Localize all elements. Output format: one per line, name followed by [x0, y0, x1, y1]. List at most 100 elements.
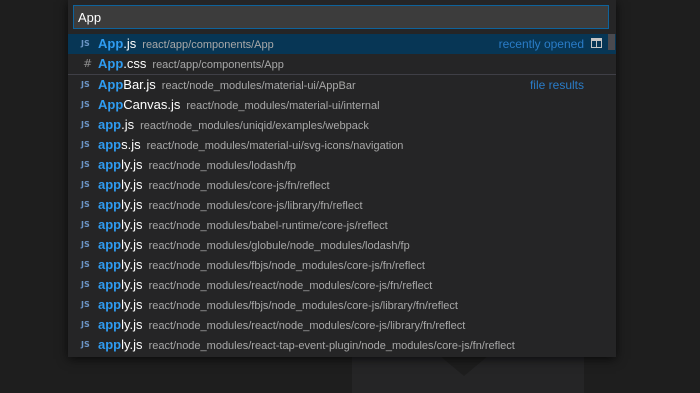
- result-name: App.css react/app/components/App: [98, 54, 284, 74]
- file-name-rest: ly.js: [121, 177, 143, 192]
- quick-open-input[interactable]: [74, 6, 608, 28]
- result-item[interactable]: JS AppCanvas.js react/node_modules/materia…: [68, 95, 616, 115]
- result-name: apply.js react/node_modules/lodash/fp: [98, 155, 296, 175]
- result-item[interactable]: JS apply.js react/node_modules/react/node_…: [68, 275, 616, 295]
- file-name-rest: Bar.js: [123, 77, 156, 92]
- match-highlight: App: [98, 56, 124, 71]
- result-item[interactable]: JS AppBar.js react/node_modules/material-u…: [68, 74, 616, 95]
- result-item[interactable]: JS apply.js react/node_modules/core-js/fn/…: [68, 175, 616, 195]
- match-highlight: App: [98, 97, 124, 112]
- file-path: react/node_modules/react-tap-event-plugi…: [148, 340, 515, 352]
- file-name-rest: ly.js: [121, 157, 143, 172]
- match-highlight: app: [98, 337, 122, 352]
- result-name: apply.js react/node_modules/react/node_mo…: [98, 275, 432, 295]
- file-path: react/node_modules/core-js/library/fn/re…: [148, 200, 363, 212]
- result-name: apply.js react/node_modules/core-js/libra…: [98, 195, 363, 215]
- result-name: apply.js react/node_modules/react-tap-eve…: [98, 335, 515, 355]
- file-path: react/node_modules/fbjs/node_modules/cor…: [148, 300, 458, 312]
- file-name-rest: ly.js: [121, 237, 143, 252]
- result-item[interactable]: JS apply.js react/node_modules/globule/nod…: [68, 235, 616, 255]
- file-name-rest: .js: [121, 117, 135, 132]
- group-label: recently opened: [498, 37, 584, 51]
- file-name-rest: ly.js: [121, 197, 143, 212]
- file-path: react/node_modules/globule/node_modules/…: [148, 240, 410, 252]
- search-box: [73, 5, 609, 29]
- js-file-icon: JS: [81, 320, 90, 329]
- result-name: AppCanvas.js react/node_modules/material-…: [98, 95, 380, 115]
- css-file-icon: #: [83, 57, 93, 70]
- quick-open-palette: JSApp.jsreact/app/components/Apprecently…: [68, 0, 616, 357]
- split-editor-icon[interactable]: [591, 38, 602, 48]
- file-path: react/node_modules/react/node_modules/co…: [148, 320, 466, 332]
- file-path: react/app/components/App: [152, 59, 284, 71]
- file-name-rest: ly.js: [121, 277, 143, 292]
- match-highlight: app: [98, 317, 122, 332]
- result-name: apply.js react/node_modules/globule/node_…: [98, 235, 410, 255]
- file-name-rest: .css: [123, 56, 147, 71]
- background-notch: [440, 356, 488, 376]
- js-file-icon: JS: [81, 180, 90, 189]
- result-list: JS App.js react/app/components/App recently…: [68, 34, 616, 355]
- file-name-rest: ly.js: [121, 297, 143, 312]
- result-item[interactable]: JS App.js react/app/components/App recently…: [68, 34, 616, 54]
- file-path: react/node_modules/core-js/fn/reflect: [148, 180, 330, 192]
- match-highlight: app: [98, 197, 122, 212]
- match-highlight: app: [98, 137, 122, 152]
- match-highlight: app: [98, 257, 122, 272]
- match-highlight: app: [98, 157, 122, 172]
- result-item[interactable]: JS apply.js react/node_modules/react/node_…: [68, 315, 616, 335]
- match-highlight: app: [98, 297, 122, 312]
- match-highlight: app: [98, 217, 122, 232]
- js-file-icon: JS: [81, 39, 90, 48]
- result-name: apply.js react/node_modules/react/node_mo…: [98, 315, 465, 335]
- js-file-icon: JS: [81, 300, 90, 309]
- result-name: apply.js react/node_modules/babel-runtime…: [98, 215, 388, 235]
- result-item[interactable]: JS apply.js react/node_modules/react-tap-e…: [68, 335, 616, 355]
- file-path: react/node_modules/react/node_modules/co…: [148, 280, 433, 292]
- file-path: react/node_modules/babel-runtime/core-js…: [148, 220, 388, 232]
- js-file-icon: JS: [81, 260, 90, 269]
- editor-background: JSApp.jsreact/app/components/Apprecently…: [0, 0, 700, 393]
- file-path: react/node_modules/material-ui/internal: [186, 100, 380, 112]
- result-name: AppBar.js react/node_modules/material-ui/…: [98, 75, 356, 95]
- js-file-icon: JS: [81, 340, 90, 349]
- file-name-rest: s.js: [121, 137, 141, 152]
- result-item[interactable]: JS apps.js react/node_modules/material-ui/…: [68, 135, 616, 155]
- file-name-rest: ly.js: [121, 257, 143, 272]
- result-item[interactable]: JS apply.js react/node_modules/core-js/lib…: [68, 195, 616, 215]
- result-name: App.js react/app/components/App: [98, 34, 274, 54]
- js-file-icon: JS: [81, 80, 90, 89]
- match-highlight: app: [98, 117, 122, 132]
- result-item[interactable]: JS apply.js react/node_modules/fbjs/node_m…: [68, 255, 616, 275]
- js-file-icon: JS: [81, 240, 90, 249]
- scrollbar-thumb[interactable]: [608, 34, 615, 50]
- js-file-icon: JS: [81, 280, 90, 289]
- result-item[interactable]: JS apply.js react/node_modules/fbjs/node_m…: [68, 295, 616, 315]
- js-file-icon: JS: [81, 200, 90, 209]
- file-name-rest: Canvas.js: [123, 97, 181, 112]
- result-name: apply.js react/node_modules/fbjs/node_mod…: [98, 255, 425, 275]
- file-name-rest: ly.js: [121, 337, 143, 352]
- result-name: apps.js react/node_modules/material-ui/sv…: [98, 135, 403, 155]
- js-file-icon: JS: [81, 160, 90, 169]
- file-path: react/node_modules/material-ui/svg-icons…: [146, 140, 404, 152]
- match-highlight: App: [98, 36, 124, 51]
- result-name: apply.js react/node_modules/fbjs/node_mod…: [98, 295, 458, 315]
- file-path: react/node_modules/uniqid/examples/webpa…: [140, 120, 369, 132]
- result-name: app.js react/node_modules/uniqid/examples…: [98, 115, 369, 135]
- result-item[interactable]: JS app.js react/node_modules/uniqid/exampl…: [68, 115, 616, 135]
- js-file-icon: JS: [81, 140, 90, 149]
- result-item[interactable]: # App.css react/app/components/App: [68, 54, 616, 74]
- file-path: react/node_modules/material-ui/AppBar: [161, 80, 356, 92]
- js-file-icon: JS: [81, 220, 90, 229]
- result-item[interactable]: JS apply.js react/node_modules/babel-runti…: [68, 215, 616, 235]
- file-name-rest: .js: [123, 36, 137, 51]
- result-name: apply.js react/node_modules/core-js/fn/re…: [98, 175, 330, 195]
- group-label: file results: [529, 78, 584, 92]
- js-file-icon: JS: [81, 100, 90, 109]
- file-path: react/app/components/App: [142, 39, 274, 51]
- file-path: react/node_modules/fbjs/node_modules/cor…: [148, 260, 425, 272]
- match-highlight: App: [98, 77, 124, 92]
- match-highlight: app: [98, 277, 122, 292]
- result-item[interactable]: JS apply.js react/node_modules/lodash/fp: [68, 155, 616, 175]
